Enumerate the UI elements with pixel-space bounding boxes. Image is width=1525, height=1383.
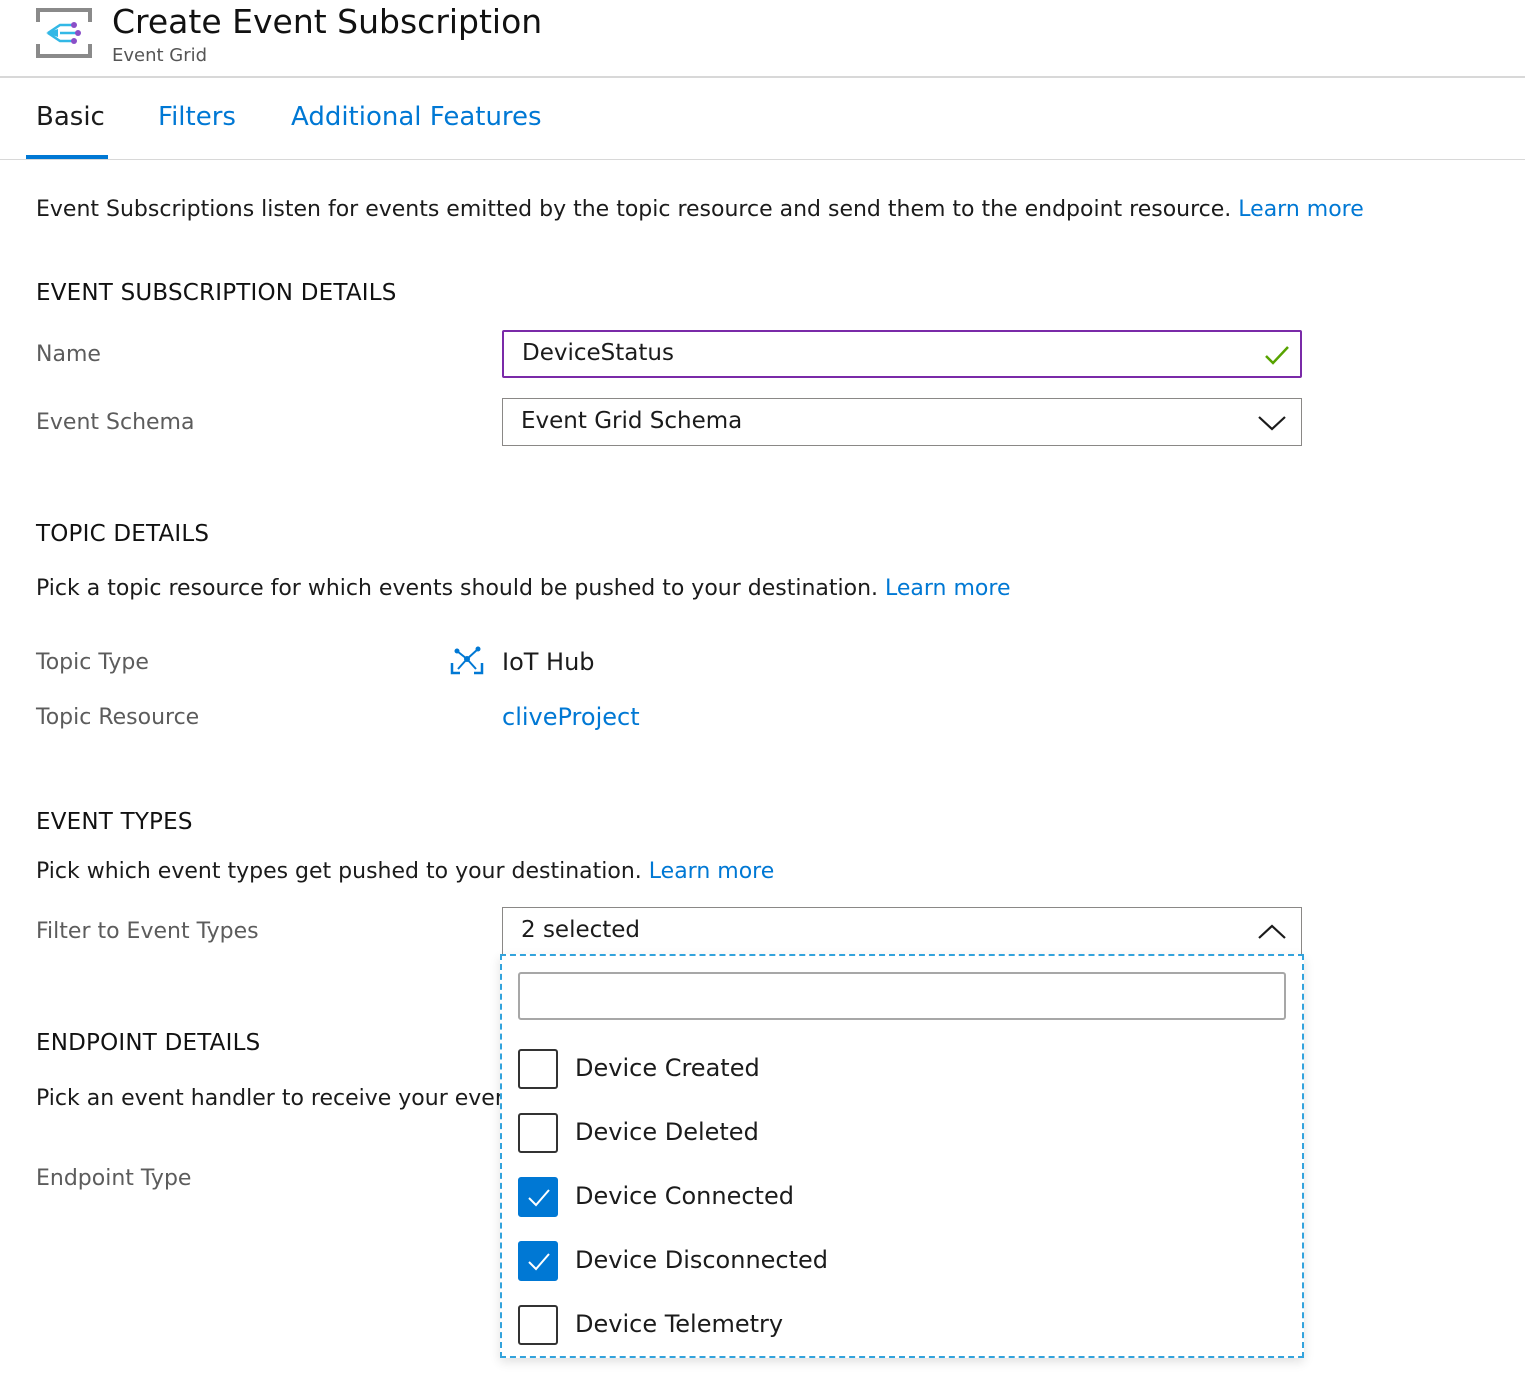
name-label: Name — [36, 342, 101, 367]
valid-check-icon — [1265, 346, 1289, 365]
option-label: Device Telemetry — [575, 1310, 784, 1338]
page-header: Create Event Subscription Event Grid — [0, 0, 1525, 78]
option-label: Device Disconnected — [575, 1246, 829, 1274]
tab-basic[interactable]: Basic — [36, 102, 105, 132]
event-subscription-details-heading: EVENT SUBSCRIPTION DETAILS — [36, 280, 397, 306]
checkmark-icon — [528, 1253, 550, 1271]
topic-resource-link[interactable]: cliveProject — [502, 703, 640, 731]
intro-text: Event Subscriptions listen for events em… — [36, 197, 1364, 222]
chevron-up-icon — [1258, 924, 1286, 939]
checkbox-device-connected[interactable] — [518, 1177, 558, 1217]
option-label: Device Created — [575, 1054, 760, 1082]
event-types-select[interactable]: 2 selected — [502, 907, 1302, 955]
name-input[interactable]: DeviceStatus — [502, 330, 1302, 378]
option-label: Device Connected — [575, 1182, 794, 1210]
event-schema-value: Event Grid Schema — [521, 408, 743, 434]
page-title: Create Event Subscription — [112, 2, 543, 41]
topic-type-value: IoT Hub — [502, 648, 595, 676]
option-device-connected[interactable]: Device Connected — [518, 1176, 1278, 1218]
event-types-description: Pick which event types get pushed to you… — [36, 859, 774, 884]
tab-additional-features[interactable]: Additional Features — [291, 102, 542, 132]
tab-filters[interactable]: Filters — [158, 102, 236, 132]
topic-details-heading: TOPIC DETAILS — [36, 521, 210, 547]
topic-learn-more-link[interactable]: Learn more — [885, 576, 1010, 601]
filter-event-types-label: Filter to Event Types — [36, 919, 259, 944]
event-types-description-text: Pick which event types get pushed to you… — [36, 859, 642, 884]
page-subtitle: Event Grid — [112, 45, 208, 66]
iot-hub-icon — [450, 645, 484, 675]
endpoint-type-label: Endpoint Type — [36, 1166, 192, 1191]
topic-type-label: Topic Type — [36, 650, 149, 675]
topic-description: Pick a topic resource for which events s… — [36, 576, 1010, 601]
intro-description: Event Subscriptions listen for events em… — [36, 197, 1232, 222]
event-schema-select[interactable]: Event Grid Schema — [502, 398, 1302, 446]
option-device-disconnected[interactable]: Device Disconnected — [518, 1240, 1278, 1282]
endpoint-description: Pick an event handler to receive your ev… — [36, 1086, 529, 1111]
checkmark-icon — [528, 1189, 550, 1207]
name-input-value: DeviceStatus — [522, 340, 674, 366]
event-grid-icon — [36, 8, 92, 58]
chevron-down-icon — [1258, 416, 1286, 431]
option-device-deleted[interactable]: Device Deleted — [518, 1112, 1278, 1154]
option-device-telemetry[interactable]: Device Telemetry — [518, 1304, 1278, 1346]
option-device-created[interactable]: Device Created — [518, 1048, 1278, 1090]
checkbox-device-telemetry[interactable] — [518, 1305, 558, 1345]
intro-learn-more-link[interactable]: Learn more — [1238, 197, 1363, 222]
event-types-heading: EVENT TYPES — [36, 809, 193, 835]
checkbox-device-deleted[interactable] — [518, 1113, 558, 1153]
endpoint-details-heading: ENDPOINT DETAILS — [36, 1030, 261, 1056]
active-tab-indicator — [26, 155, 108, 159]
topic-resource-label: Topic Resource — [36, 705, 200, 730]
checkbox-device-created[interactable] — [518, 1049, 558, 1089]
event-types-dropdown-panel: Device Created Device Deleted Device Con… — [500, 954, 1304, 1358]
option-label: Device Deleted — [575, 1118, 759, 1146]
event-types-selected-count: 2 selected — [521, 917, 641, 943]
checkbox-device-disconnected[interactable] — [518, 1241, 558, 1281]
topic-description-text: Pick a topic resource for which events s… — [36, 576, 879, 601]
tab-bar: Basic Filters Additional Features — [0, 80, 1525, 160]
event-schema-label: Event Schema — [36, 410, 195, 435]
event-types-learn-more-link[interactable]: Learn more — [649, 859, 774, 884]
event-types-search-input[interactable] — [518, 972, 1286, 1020]
